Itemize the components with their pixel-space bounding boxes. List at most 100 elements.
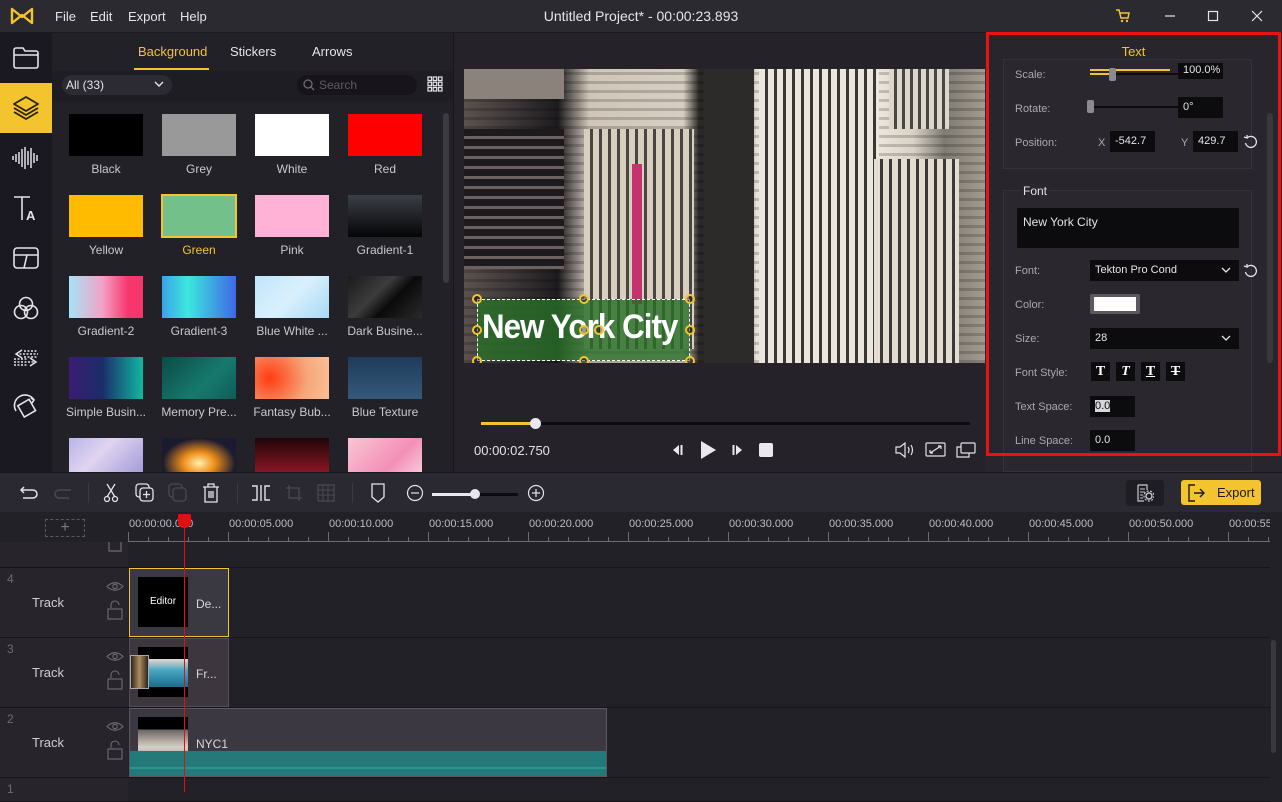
font-select[interactable]: Tekton Pro Cond: [1090, 260, 1239, 281]
menu-help[interactable]: Help: [180, 9, 207, 24]
text-content-field[interactable]: New York City: [1017, 208, 1239, 248]
timeline-scrollbar[interactable]: [1271, 640, 1276, 753]
eye-icon[interactable]: [106, 721, 124, 732]
text-clip[interactable]: Editor De...: [129, 568, 229, 637]
video-clip[interactable]: NYC1: [129, 708, 607, 777]
tab-stickers[interactable]: Stickers: [230, 44, 276, 59]
lock-icon[interactable]: [107, 542, 123, 552]
background-item[interactable]: Gradient-3: [161, 276, 237, 338]
background-item[interactable]: Dark Busine...: [347, 276, 423, 338]
background-item[interactable]: White: [254, 114, 330, 176]
volume-button[interactable]: [895, 440, 917, 460]
fullscreen-button[interactable]: [925, 440, 947, 460]
background-item[interactable]: Red: [347, 114, 423, 176]
rail-audio-button[interactable]: [0, 133, 52, 183]
paste-button[interactable]: [168, 483, 188, 503]
background-item[interactable]: [347, 438, 423, 472]
position-y-field[interactable]: 429.7: [1193, 131, 1238, 152]
menu-edit[interactable]: Edit: [90, 9, 112, 24]
position-x-field[interactable]: -542.7: [1110, 131, 1155, 152]
mosaic-button[interactable]: [316, 483, 336, 503]
size-select[interactable]: 28: [1090, 328, 1239, 349]
resize-handle[interactable]: [472, 325, 482, 335]
background-item[interactable]: Blue Texture: [347, 357, 423, 419]
zoom-slider-thumb[interactable]: [470, 489, 480, 499]
rail-elements-button[interactable]: [0, 83, 52, 133]
scale-slider-thumb[interactable]: [1109, 68, 1116, 81]
split-button[interactable]: [251, 483, 271, 503]
eye-icon[interactable]: [106, 581, 124, 592]
render-settings-button[interactable]: [1126, 480, 1164, 506]
tab-background[interactable]: Background: [138, 44, 207, 59]
resize-handle[interactable]: [472, 294, 482, 304]
resize-handle[interactable]: [472, 356, 482, 363]
detach-preview-button[interactable]: [955, 440, 977, 460]
anchor-handle[interactable]: [594, 325, 604, 335]
resize-handle[interactable]: [579, 294, 589, 304]
eye-icon[interactable]: [106, 651, 124, 662]
resize-handle[interactable]: [685, 325, 695, 335]
media-clip[interactable]: Fr...: [129, 638, 229, 707]
text-space-field[interactable]: 0.0: [1090, 396, 1135, 417]
category-filter-select[interactable]: All (33): [62, 75, 172, 95]
rail-text-button[interactable]: A: [0, 183, 52, 233]
copy-button[interactable]: [135, 483, 155, 503]
video-preview[interactable]: New York City: [464, 69, 986, 363]
background-item[interactable]: [68, 438, 144, 472]
rail-media-button[interactable]: [0, 33, 52, 83]
grid-view-icon[interactable]: [427, 76, 443, 92]
background-item[interactable]: Simple Busin...: [66, 357, 146, 419]
tab-text[interactable]: Text: [985, 44, 1282, 59]
background-item[interactable]: [161, 438, 237, 472]
next-frame-button[interactable]: [730, 440, 746, 460]
export-button[interactable]: Export: [1181, 480, 1261, 505]
playhead-handle[interactable]: [178, 514, 191, 528]
crop-button[interactable]: [284, 483, 304, 503]
delete-button[interactable]: [201, 483, 221, 503]
add-track-button[interactable]: +: [45, 519, 85, 537]
background-item[interactable]: Green: [161, 194, 237, 257]
reset-position-icon[interactable]: [1243, 134, 1258, 149]
unlock-icon[interactable]: [107, 600, 123, 620]
properties-scrollbar[interactable]: [1267, 113, 1273, 363]
background-item[interactable]: Fantasy Bub...: [253, 357, 331, 419]
line-space-field[interactable]: 0.0: [1090, 430, 1135, 451]
resize-handle[interactable]: [685, 294, 695, 304]
scale-field[interactable]: 100.0%: [1178, 63, 1223, 79]
transition-marker[interactable]: [130, 655, 149, 689]
marker-button[interactable]: [368, 483, 388, 503]
unlock-icon[interactable]: [107, 740, 123, 760]
previous-frame-button[interactable]: [669, 440, 685, 460]
strikethrough-button[interactable]: T: [1166, 362, 1185, 381]
menu-file[interactable]: File: [55, 9, 76, 24]
stop-button[interactable]: [758, 440, 774, 460]
seek-thumb[interactable]: [529, 418, 541, 429]
scale-slider[interactable]: [1090, 73, 1184, 75]
playback-seek-bar[interactable]: [481, 418, 970, 429]
background-item[interactable]: Black: [68, 114, 144, 176]
background-item[interactable]: Yellow: [68, 195, 144, 257]
background-item[interactable]: Memory Pre...: [161, 357, 237, 419]
reset-font-icon[interactable]: [1243, 263, 1258, 278]
bold-button[interactable]: T: [1091, 362, 1110, 381]
cart-button[interactable]: [1108, 4, 1138, 28]
rail-transitions-button[interactable]: [0, 233, 52, 283]
zoom-out-button[interactable]: [405, 483, 425, 503]
rotate-slider[interactable]: [1090, 106, 1184, 108]
rotate-field[interactable]: 0°: [1178, 97, 1223, 118]
timeline-ruler[interactable]: 00:00:00.000 00:00:05.000 00:00:10.000 00:0…: [128, 512, 1270, 542]
color-picker[interactable]: [1090, 294, 1140, 314]
minimize-button[interactable]: [1155, 4, 1185, 28]
resize-handle[interactable]: [579, 356, 589, 363]
rail-animation-button[interactable]: [0, 383, 52, 433]
background-item[interactable]: Blue White ...: [254, 276, 330, 338]
undo-button[interactable]: [19, 483, 39, 503]
rail-overlays-button[interactable]: [0, 333, 52, 383]
background-item[interactable]: Gradient-2: [68, 276, 144, 338]
rotate-handle[interactable]: [579, 325, 589, 335]
zoom-in-button[interactable]: [526, 483, 546, 503]
menu-export[interactable]: Export: [128, 9, 166, 24]
resize-handle[interactable]: [685, 356, 695, 363]
background-item[interactable]: Gradient-1: [347, 195, 423, 257]
search-input[interactable]: Search: [297, 75, 417, 95]
